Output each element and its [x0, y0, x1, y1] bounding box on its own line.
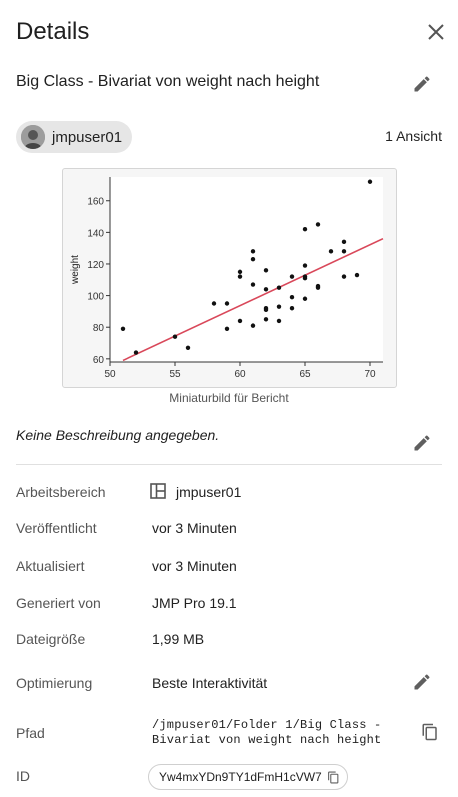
thumbnail-caption: Miniaturbild für Bericht: [169, 391, 289, 405]
y-tick-label: 120: [87, 260, 104, 271]
data-point: [250, 323, 256, 328]
edit-optimization-button[interactable]: [412, 672, 432, 692]
updated-label: Aktualisiert: [16, 558, 85, 574]
data-point: [341, 239, 347, 245]
data-point: [302, 263, 308, 268]
workspace-icon: [150, 483, 166, 499]
data-point: [354, 272, 360, 278]
y-axis-label: weight: [70, 255, 81, 285]
data-point: [263, 268, 269, 273]
x-tick-label: 60: [234, 369, 246, 380]
avatar-icon: [21, 125, 45, 149]
y-tick-label: 60: [93, 355, 105, 366]
id-chip[interactable]: Yw4mxYDn9TY1dFmH1cVW7: [148, 764, 348, 790]
copy-icon[interactable]: [327, 771, 340, 784]
data-point: [185, 345, 191, 350]
data-point: [289, 306, 295, 311]
data-point: [302, 275, 308, 281]
x-tick-label: 50: [104, 369, 116, 380]
data-point: [133, 350, 139, 355]
plot-area: [110, 177, 383, 362]
file-size-value: 1,99 MB: [152, 631, 205, 647]
id-value: Yw4mxYDn9TY1dFmH1cVW7: [159, 770, 322, 784]
edit-icon: [414, 76, 430, 92]
edit-description-button[interactable]: [412, 433, 432, 453]
edit-icon: [414, 435, 430, 451]
data-point: [224, 301, 230, 306]
scatter-chart: 60 80 100 120 140 160 50 55 60 65 70 weight: [70, 177, 384, 380]
data-point: [224, 326, 230, 331]
view-count: 1 Ansicht: [385, 128, 442, 144]
generated-by-label: Generiert von: [16, 595, 101, 611]
workspace-value[interactable]: jmpuser01: [176, 484, 241, 500]
data-point: [341, 249, 347, 254]
optimization-label: Optimierung: [16, 675, 93, 691]
description-text: Keine Beschreibung angegeben.: [16, 427, 220, 443]
generated-by-value: JMP Pro 19.1: [152, 595, 237, 611]
close-icon: [428, 24, 444, 40]
owner-name: jmpuser01: [52, 128, 123, 146]
data-point: [289, 294, 295, 300]
optimization-value: Beste Interaktivität: [152, 675, 268, 691]
id-label: ID: [16, 768, 30, 784]
data-point: [302, 296, 308, 301]
data-point: [276, 285, 282, 290]
data-point: [237, 318, 243, 324]
y-tick-label: 100: [87, 292, 104, 303]
path-value: /jmpuser01/Folder 1/Big Class - Bivariat…: [152, 718, 381, 748]
data-point: [263, 287, 269, 292]
data-point: [263, 307, 269, 313]
data-point: [328, 249, 334, 254]
data-point: [211, 301, 217, 306]
edit-title-button[interactable]: [412, 74, 432, 94]
path-label: Pfad: [16, 725, 45, 741]
data-point: [263, 317, 269, 322]
x-tick-label: 70: [364, 369, 376, 380]
data-point: [341, 274, 347, 279]
x-tick-label: 65: [299, 369, 311, 380]
data-point: [250, 257, 256, 262]
file-size-label: Dateigröße: [16, 631, 86, 647]
divider: [16, 464, 442, 465]
close-button[interactable]: [424, 20, 448, 44]
copy-path-button[interactable]: [421, 723, 439, 741]
x-tick-label: 55: [169, 369, 181, 380]
data-point: [120, 326, 126, 331]
data-point: [367, 179, 373, 184]
data-point: [237, 274, 243, 279]
data-point: [276, 318, 282, 324]
data-point: [289, 274, 295, 279]
published-label: Veröffentlicht: [16, 520, 97, 536]
updated-value: vor 3 Minuten: [152, 558, 237, 574]
report-thumbnail[interactable]: 60 80 100 120 140 160 50 55 60 65 70 weight: [62, 168, 397, 388]
data-point: [250, 282, 256, 287]
y-tick-label: 140: [87, 228, 104, 239]
data-point: [250, 249, 256, 254]
copy-icon: [422, 723, 437, 741]
data-point: [315, 285, 321, 290]
panel-title: Details: [16, 18, 90, 45]
published-value: vor 3 Minuten: [152, 520, 237, 536]
data-point: [237, 269, 243, 275]
y-tick-label: 160: [87, 197, 104, 208]
path-line-1: /jmpuser01/Folder 1/Big Class -: [152, 718, 382, 732]
data-point: [302, 226, 308, 232]
path-line-2: Bivariat von weight nach height: [152, 733, 382, 747]
edit-icon: [414, 674, 430, 690]
y-tick-label: 80: [93, 323, 105, 334]
owner-chip[interactable]: jmpuser01: [16, 121, 132, 153]
workspace-label: Arbeitsbereich: [16, 484, 106, 500]
report-title: Big Class - Bivariat von weight nach hei…: [16, 73, 320, 90]
data-point: [172, 334, 178, 339]
data-point: [315, 222, 321, 227]
data-point: [276, 304, 282, 309]
